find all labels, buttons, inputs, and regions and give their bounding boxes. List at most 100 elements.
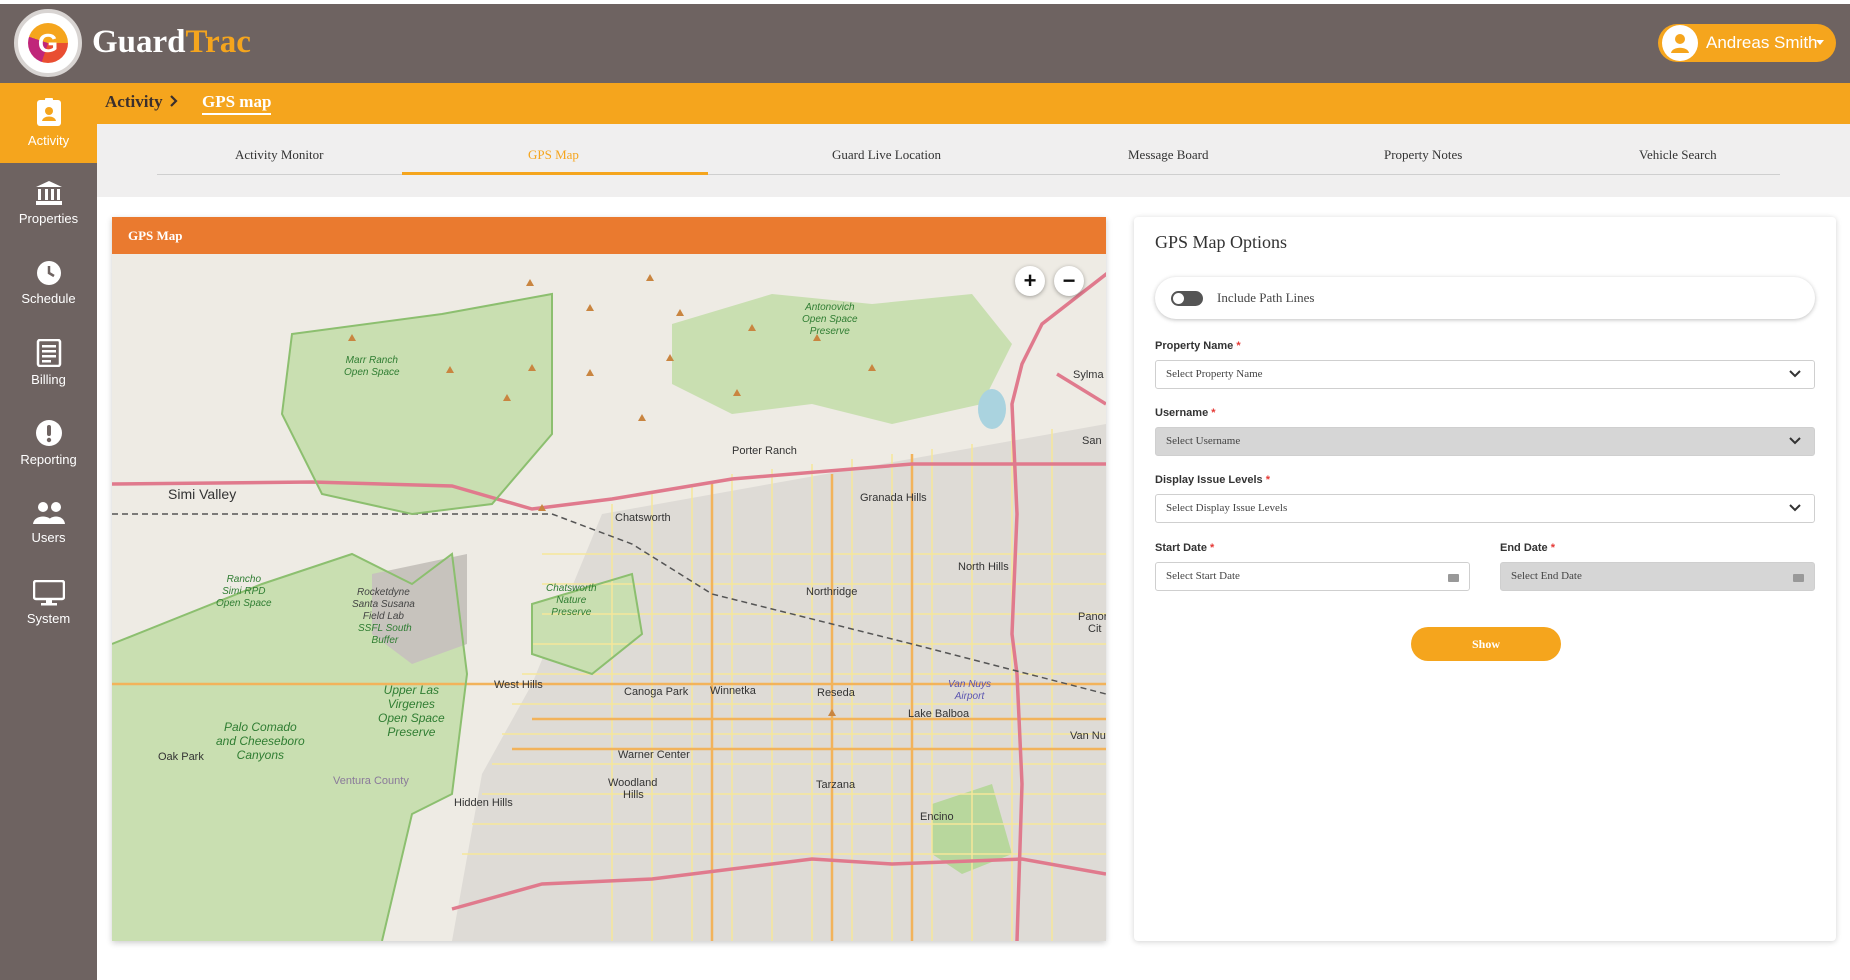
monitor-icon	[32, 580, 65, 606]
sidebar-item-schedule[interactable]: Schedule	[0, 243, 97, 323]
map-label: Ventura County	[333, 775, 409, 787]
sidebar-item-system[interactable]: System	[0, 563, 97, 643]
user-avatar-icon	[1662, 25, 1698, 61]
bank-icon	[35, 181, 62, 205]
tab-bar: Activity Monitor GPS Map Guard Live Loca…	[97, 124, 1850, 197]
map-card-title: GPS Map	[128, 228, 183, 243]
park-label: Chatsworth Nature Preserve	[546, 583, 597, 618]
chevron-down-icon	[1789, 437, 1801, 445]
sidebar-item-users[interactable]: Users	[0, 483, 97, 563]
map-label: Porter Ranch	[732, 445, 797, 457]
map-label: Oak Park	[158, 751, 204, 763]
park-label: Marr Ranch Open Space	[344, 355, 400, 378]
park-label: Palo Comado and Cheeseboro Canyons	[216, 720, 305, 762]
map-label: Lake Balboa	[908, 708, 970, 720]
path-lines-row: Include Path Lines	[1155, 277, 1815, 319]
options-title: GPS Map Options	[1155, 232, 1288, 252]
tab-guard-live-location[interactable]: Guard Live Location	[832, 147, 941, 163]
tab-divider	[157, 174, 1780, 175]
map-label: Cit	[1088, 623, 1102, 635]
sidebar-item-label: Billing	[31, 372, 66, 387]
start-date-label: Start Date *	[1155, 542, 1215, 554]
guardtrac-logo[interactable]: G	[14, 9, 82, 77]
username-label: Username *	[1155, 407, 1216, 419]
breadcrumb-current[interactable]: GPS map	[202, 92, 272, 115]
gps-map-options-card: GPS Map Options Include Path Lines Prope…	[1134, 217, 1836, 941]
clock-icon	[36, 261, 61, 285]
tab-message-board[interactable]: Message Board	[1128, 147, 1209, 163]
logo-letter: G	[37, 27, 59, 58]
park-label: Rancho Simi RPD Open Space	[216, 574, 272, 609]
park-label: Rocketdyne Santa Susana Field Lab	[352, 587, 415, 622]
map-label: Winnetka	[710, 685, 756, 697]
park-label: Upper Las Virgenes Open Space Preserve	[378, 683, 445, 739]
map-label: West Hills	[494, 679, 543, 691]
top-header: G GuardTrac Andreas Smith	[0, 0, 1850, 83]
toggle-knob	[1173, 293, 1184, 304]
path-lines-label: Include Path Lines	[1217, 290, 1315, 305]
map-label: Hidden Hills	[454, 797, 513, 809]
map-canvas[interactable]: + − Simi Valley Chatsworth Porter Ranch …	[112, 254, 1106, 941]
tab-gps-map[interactable]: GPS Map	[528, 147, 579, 163]
sidebar: Activity Properties Schedule Billing Rep…	[0, 83, 97, 980]
sidebar-item-label: System	[26, 611, 71, 626]
chevron-down-icon	[1789, 504, 1801, 512]
logo-mark: G	[28, 23, 68, 63]
property-name-label: Property Name *	[1155, 340, 1241, 352]
zoom-in-button[interactable]: +	[1015, 266, 1045, 296]
breadcrumb: Activity GPS map	[97, 83, 1850, 124]
end-date-placeholder: Select End Date	[1511, 570, 1582, 582]
start-date-input[interactable]: Select Start Date	[1155, 562, 1470, 591]
map-label: Encino	[920, 811, 954, 823]
brand-part2: Trac	[185, 24, 251, 60]
end-date-label: End Date *	[1500, 542, 1556, 554]
map-label: Sylma	[1073, 369, 1104, 381]
path-lines-toggle[interactable]	[1171, 291, 1203, 306]
map-label: Reseda	[817, 687, 855, 699]
map-label: Granada Hills	[860, 492, 927, 504]
map-label: Chatsworth	[615, 512, 671, 524]
sidebar-item-label: Reporting	[20, 452, 77, 467]
map-label: San	[1082, 435, 1102, 447]
map-label: Northridge	[806, 586, 858, 598]
breadcrumb-parent[interactable]: Activity	[105, 92, 163, 112]
tab-activity-monitor[interactable]: Activity Monitor	[235, 147, 323, 163]
sidebar-item-label: Schedule	[21, 291, 76, 306]
park-label: Van Nuys Airport	[948, 679, 991, 702]
sidebar-item-billing[interactable]: Billing	[0, 323, 97, 403]
zoom-out-button[interactable]: −	[1054, 266, 1084, 296]
invoice-icon	[36, 339, 61, 367]
calendar-icon[interactable]	[1448, 574, 1459, 582]
show-button[interactable]: Show	[1411, 627, 1561, 661]
gps-map-card: GPS Map + − Simi Valley Chatsworth Porte…	[112, 217, 1106, 941]
calendar-icon[interactable]	[1793, 574, 1804, 582]
park-label: SSFL South Buffer	[358, 623, 412, 646]
issue-levels-placeholder: Select Display Issue Levels	[1166, 502, 1288, 514]
brand-name: GuardTrac	[92, 24, 251, 61]
sidebar-item-properties[interactable]: Properties	[0, 163, 97, 243]
active-tab-indicator	[402, 172, 708, 175]
tab-vehicle-search[interactable]: Vehicle Search	[1639, 147, 1717, 163]
sidebar-item-label: Properties	[18, 211, 79, 226]
user-name: Andreas Smith	[1706, 33, 1818, 52]
map-label: Simi Valley	[168, 486, 237, 502]
users-icon	[32, 502, 65, 524]
issue-levels-select[interactable]: Select Display Issue Levels	[1155, 494, 1815, 523]
end-date-input[interactable]: Select End Date	[1500, 562, 1815, 591]
tab-property-notes[interactable]: Property Notes	[1384, 147, 1462, 163]
chevron-right-icon	[170, 95, 178, 107]
alert-circle-icon	[35, 420, 62, 446]
property-name-select[interactable]: Select Property Name	[1155, 360, 1815, 389]
map-label: Van Nu	[1070, 730, 1106, 742]
map-label: Woodland	[608, 777, 658, 789]
sidebar-item-reporting[interactable]: Reporting	[0, 403, 97, 483]
map-label: Hills	[623, 789, 644, 801]
map-label: Warner Center	[618, 749, 690, 761]
park-label: Antonovich Open Space Preserve	[802, 302, 858, 337]
sidebar-item-activity[interactable]: Activity	[0, 83, 97, 163]
user-menu-button[interactable]: Andreas Smith	[1658, 24, 1836, 62]
chevron-down-icon	[1789, 370, 1801, 378]
property-name-placeholder: Select Property Name	[1166, 368, 1263, 380]
map-card-header: GPS Map	[112, 217, 1106, 254]
username-select[interactable]: Select Username	[1155, 427, 1815, 456]
